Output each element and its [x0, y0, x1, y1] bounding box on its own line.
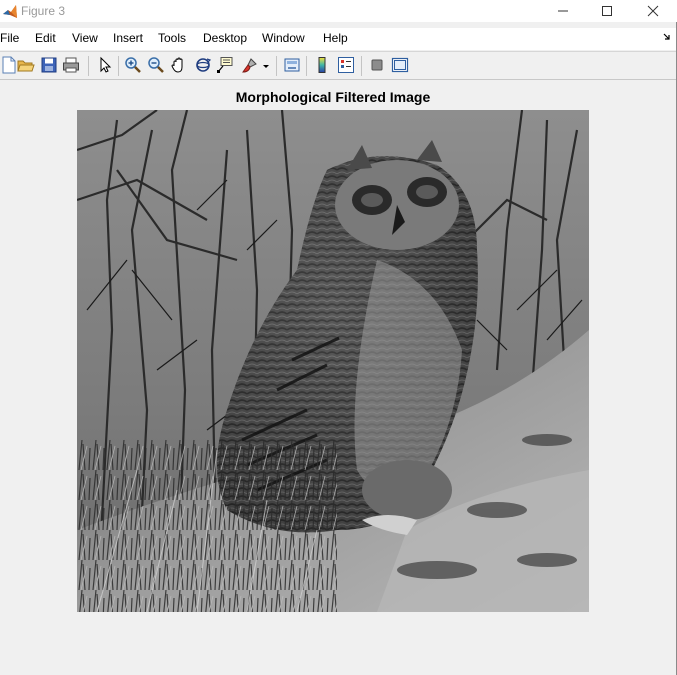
insert-legend-button[interactable] [337, 56, 355, 74]
axes-title: Morphological Filtered Image [235, 89, 431, 105]
toolbar-separator [88, 56, 89, 76]
colorbar-icon [318, 57, 326, 73]
legend-icon [338, 57, 354, 73]
menu-insert[interactable]: Insert [113, 31, 143, 45]
zoom-in-icon [125, 57, 141, 73]
rotate-3d-button[interactable] [194, 56, 212, 74]
minimize-button[interactable] [540, 0, 586, 22]
maximize-button[interactable] [584, 0, 630, 22]
toolbar-separator [361, 56, 362, 76]
brush-button[interactable] [241, 56, 259, 74]
close-button[interactable] [630, 0, 676, 22]
zoom-out-button[interactable] [147, 56, 165, 74]
toolbar-separator [306, 56, 307, 76]
open-file-icon [17, 60, 35, 72]
toolbar-separator [118, 56, 119, 76]
rotate-3d-icon [196, 58, 212, 72]
menu-file[interactable]: File [0, 31, 19, 45]
toolbar-separator [276, 56, 277, 76]
link-plot-button[interactable] [283, 56, 301, 74]
pan-icon [171, 57, 183, 73]
print-button[interactable] [62, 56, 80, 74]
figure-toolbar [0, 51, 677, 80]
menu-help[interactable]: Help [323, 31, 348, 45]
save-icon [41, 57, 57, 73]
pan-button[interactable] [170, 56, 188, 74]
brush-icon [242, 58, 257, 73]
zoom-in-button[interactable] [124, 56, 142, 74]
menu-window[interactable]: Window [262, 31, 305, 45]
show-plot-tools-icon [391, 57, 409, 73]
title-bar: Figure 3 [0, 0, 677, 22]
data-cursor-icon [217, 57, 233, 73]
menu-bar: File Edit View Insert Tools Desktop Wind… [0, 28, 677, 50]
zoom-out-icon [148, 57, 164, 73]
print-icon [63, 57, 79, 73]
chevron-down-icon [263, 65, 269, 68]
save-button[interactable] [40, 56, 58, 74]
new-figure-button[interactable] [0, 56, 18, 74]
link-plot-icon [284, 58, 300, 72]
data-cursor-button[interactable] [216, 56, 234, 74]
menu-tools[interactable]: Tools [158, 31, 186, 45]
window-title: Figure 3 [21, 4, 66, 18]
dock-arrow-icon[interactable] [663, 33, 671, 41]
menu-view[interactable]: View [72, 31, 98, 45]
menu-desktop[interactable]: Desktop [203, 31, 247, 45]
minimize-icon [558, 10, 568, 12]
pointer-icon [100, 56, 112, 73]
insert-colorbar-button[interactable] [313, 56, 331, 74]
hide-plot-tools-icon [371, 59, 383, 71]
close-icon [647, 5, 659, 17]
edit-plot-button[interactable] [96, 56, 114, 74]
maximize-icon [602, 6, 612, 16]
show-plot-tools-button[interactable] [391, 56, 409, 74]
hide-plot-tools-button[interactable] [368, 56, 386, 74]
displayed-image[interactable] [77, 110, 589, 612]
owl-photo-image [77, 110, 589, 612]
menu-edit[interactable]: Edit [35, 31, 56, 45]
brush-dropdown[interactable] [262, 56, 270, 74]
new-figure-icon [2, 56, 16, 74]
matlab-logo-icon [3, 5, 17, 18]
open-file-button[interactable] [17, 56, 35, 74]
